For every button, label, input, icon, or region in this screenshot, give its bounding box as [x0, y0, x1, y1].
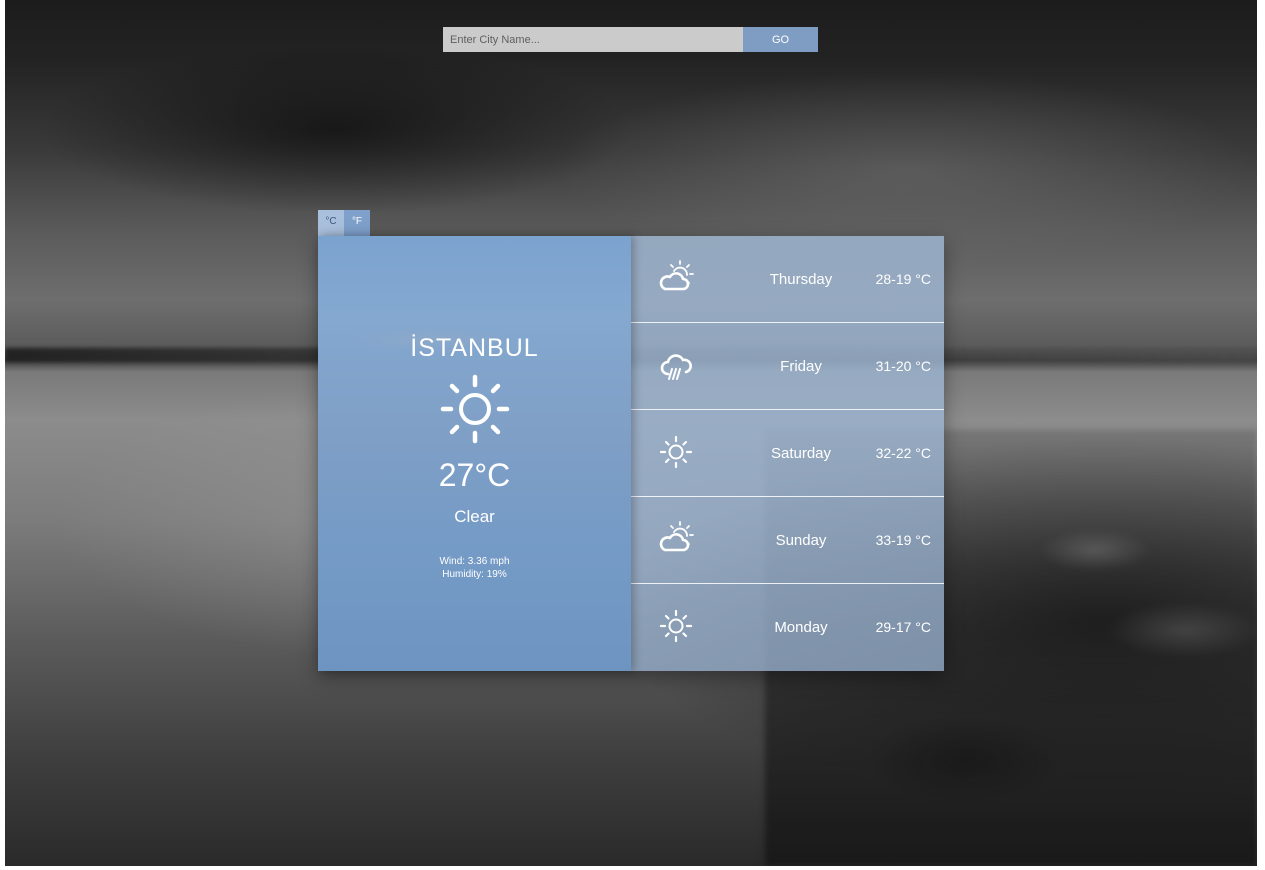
forecast-day: Thursday [769, 271, 833, 288]
forecast-row: Thursday 28-19 °C [631, 236, 944, 323]
search-bar: GO [443, 27, 818, 52]
fahrenheit-toggle[interactable]: °F [344, 210, 370, 236]
forecast-row: Monday 29-17 °C [631, 584, 944, 671]
forecast-list: Thursday 28-19 °C Friday 31-20 °C Saturd… [631, 236, 944, 671]
city-name: İSTANBUL [410, 334, 539, 362]
sun-icon [656, 432, 696, 472]
unit-toggle: °C °F [318, 210, 370, 236]
forecast-range: 31-20 °C [875, 358, 931, 374]
forecast-day: Friday [780, 358, 822, 375]
go-button[interactable]: GO [743, 27, 818, 52]
sun-icon [439, 373, 511, 445]
humidity: Humidity: 19% [442, 569, 507, 580]
current-temperature: 27°C [438, 457, 511, 493]
forecast-range: 28-19 °C [875, 271, 931, 287]
forecast-day: Monday [774, 619, 828, 636]
forecast-row: Saturday 32-22 °C [631, 410, 944, 497]
weather-widget: İSTANBUL 27°C Clear Wind: 3.36 mph Humid… [318, 236, 944, 671]
forecast-row: Sunday 33-19 °C [631, 497, 944, 584]
forecast-range: 32-22 °C [875, 445, 931, 461]
celsius-toggle[interactable]: °C [318, 210, 344, 236]
partly-cloudy-icon [656, 519, 696, 559]
rain-cloud-icon [656, 345, 696, 385]
forecast-row: Friday 31-20 °C [631, 323, 944, 410]
current-weather-panel: İSTANBUL 27°C Clear Wind: 3.36 mph Humid… [318, 236, 631, 671]
partly-cloudy-icon [656, 258, 696, 298]
wind-speed: Wind: 3.36 mph [439, 556, 510, 567]
forecast-day: Saturday [770, 445, 832, 462]
current-details: Wind: 3.36 mph Humidity: 19% [318, 555, 631, 581]
city-search-input[interactable] [443, 27, 743, 52]
forecast-range: 29-17 °C [875, 619, 931, 635]
forecast-range: 33-19 °C [875, 532, 931, 548]
current-condition: Clear [454, 507, 495, 526]
forecast-day: Sunday [775, 532, 827, 549]
sun-icon [656, 606, 696, 646]
